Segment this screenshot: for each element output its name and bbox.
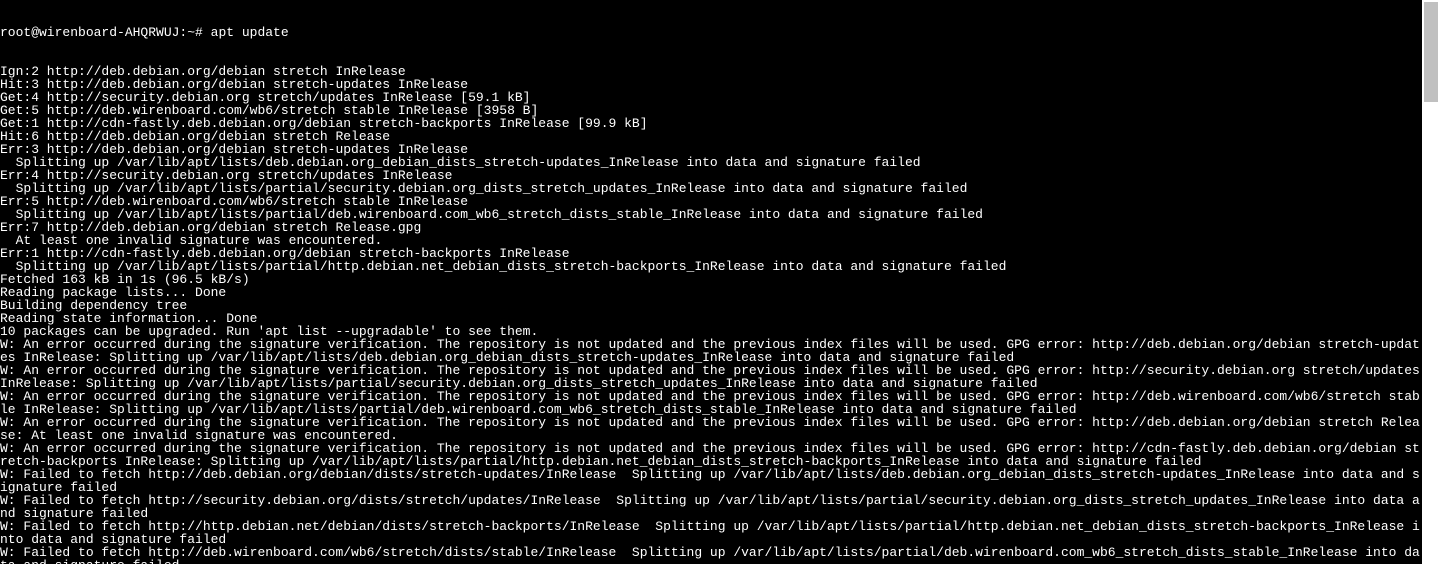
vertical-scrollbar[interactable]: [1422, 0, 1440, 564]
shell-prompt: root@wirenboard-AHQRWUJ:~#: [0, 25, 211, 40]
output-line: W: Failed to fetch http://deb.debian.org…: [0, 468, 1420, 494]
output-line: W: An error occurred during the signatur…: [0, 390, 1420, 416]
scrollbar-thumb[interactable]: [1424, 2, 1438, 102]
output-line: W: Failed to fetch http://deb.wirenboard…: [0, 546, 1420, 564]
output-line: W: An error occurred during the signatur…: [0, 416, 1420, 442]
output-line: W: Failed to fetch http://http.debian.ne…: [0, 520, 1420, 546]
output-line: Reading package lists... Done: [0, 286, 1420, 299]
command-text: apt update: [211, 25, 289, 40]
terminal-output[interactable]: root@wirenboard-AHQRWUJ:~# apt update Ig…: [0, 0, 1420, 564]
output-lines: Ign:2 http://deb.debian.org/debian stret…: [0, 65, 1420, 564]
output-line: W: An error occurred during the signatur…: [0, 338, 1420, 364]
output-line: W: An error occurred during the signatur…: [0, 364, 1420, 390]
output-line: W: An error occurred during the signatur…: [0, 442, 1420, 468]
output-line: W: Failed to fetch http://security.debia…: [0, 494, 1420, 520]
